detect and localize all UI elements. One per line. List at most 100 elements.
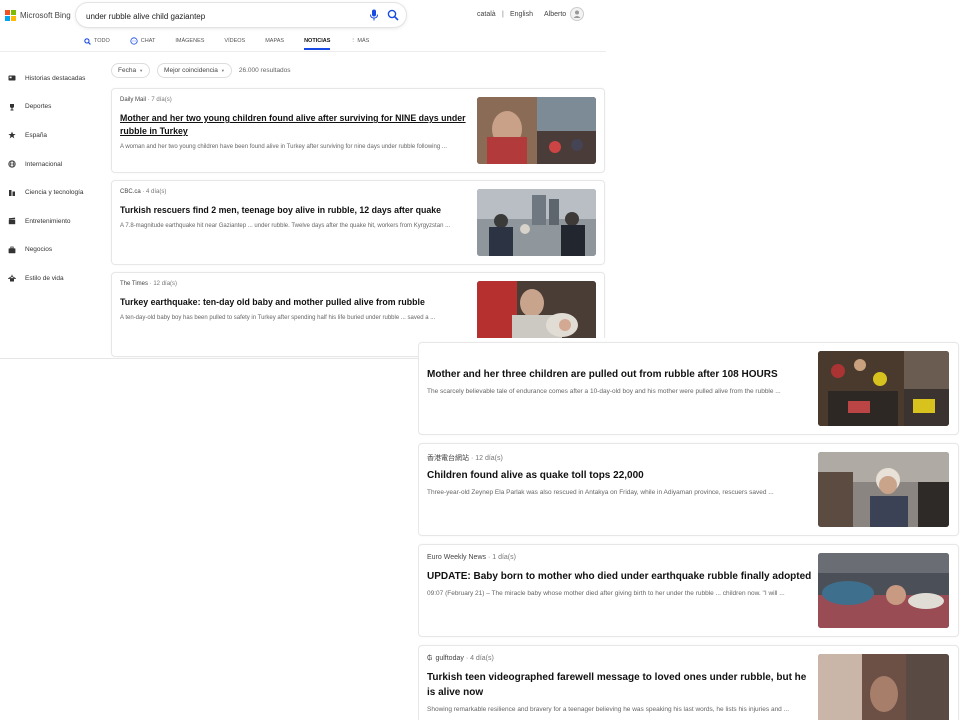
- source-name: gulftoday: [435, 655, 464, 662]
- news-source: CBC.ca · 4 día(s): [120, 189, 166, 195]
- sidebar-item-entretenimiento[interactable]: Entretenimiento: [8, 207, 103, 236]
- sidebar-item-deportes[interactable]: Deportes: [8, 93, 103, 122]
- tab-mas[interactable]: ⋮ MÁS: [350, 35, 369, 47]
- caret-down-icon: ▼: [139, 68, 144, 73]
- language-catala-link[interactable]: català: [477, 11, 496, 18]
- caret-down-icon: ▼: [220, 68, 225, 73]
- sidebar-item-label: Historias destacadas: [25, 74, 86, 82]
- search-icon[interactable]: [387, 9, 399, 21]
- news-source: The Times · 12 día(s): [120, 281, 177, 287]
- sort-filter-label: Mejor coincidencia: [164, 67, 218, 74]
- news-snippet: A ten-day-old baby boy has been pulled t…: [120, 315, 436, 321]
- tab-todo[interactable]: TODO: [84, 35, 110, 47]
- news-card[interactable]: Daily Mail · 7 día(s) Mother and her two…: [111, 88, 605, 173]
- source-age: · 12 día(s): [148, 281, 178, 287]
- news-title-link[interactable]: Turkish rescuers find 2 men, teenage boy…: [120, 204, 470, 217]
- news-snippet: A 7.8-magnitude earthquake hit near Gazi…: [120, 223, 451, 229]
- source-age: · 4 día(s): [140, 189, 167, 195]
- sidebar-item-label: Internacional: [25, 160, 63, 168]
- source-age: · 7 día(s): [146, 97, 172, 103]
- newspaper-icon: [8, 75, 16, 81]
- news-card[interactable]: CBC.ca · 4 día(s) Turkish rescuers find …: [111, 180, 605, 265]
- source-age: · 4 día(s): [463, 655, 494, 662]
- tab-label: CHAT: [140, 38, 156, 44]
- source-logo-icon: ₲: [427, 655, 433, 662]
- sidebar-item-internacional[interactable]: Internacional: [8, 150, 103, 179]
- sidebar-item-negocios[interactable]: Negocios: [8, 236, 103, 265]
- news-thumbnail[interactable]: [818, 553, 949, 628]
- news-thumbnail[interactable]: [477, 189, 596, 256]
- tab-chat[interactable]: CHAT: [130, 35, 156, 47]
- sidebar-item-label: Ciencia y tecnología: [25, 189, 84, 197]
- language-english-link[interactable]: English: [510, 11, 533, 18]
- tab-videos[interactable]: VÍDEOS: [224, 35, 245, 47]
- search-input[interactable]: [84, 7, 358, 25]
- news-snippet: The scarcely believable tale of enduranc…: [427, 388, 781, 395]
- news-thumbnail[interactable]: [477, 97, 596, 164]
- sidebar-item-label: Entretenimiento: [25, 217, 71, 225]
- news-source: ₲ gulftoday · 4 día(s): [427, 655, 494, 662]
- flask-icon: [9, 189, 15, 196]
- tab-label: NOTICIAS: [304, 38, 331, 44]
- star-icon: [8, 131, 16, 139]
- sidebar-item-estilo[interactable]: Estilo de vida: [8, 264, 103, 293]
- globe-icon: [8, 160, 16, 168]
- sidebar-item-label: Estilo de vida: [25, 274, 64, 282]
- news-category-sidebar: Historias destacadas Deportes España Int…: [8, 64, 103, 293]
- news-card[interactable]: Euro Weekly News · 1 día(s) UPDATE: Baby…: [418, 544, 959, 637]
- source-name: 香港電台網站: [427, 455, 469, 462]
- tab-imagenes[interactable]: IMÁGENES: [175, 35, 204, 47]
- sidebar-item-historias[interactable]: Historias destacadas: [8, 64, 103, 93]
- date-filter-label: Fecha: [118, 67, 137, 74]
- news-title-link[interactable]: Mother and her two young children found …: [120, 112, 470, 138]
- news-snippet: 09:07 (February 21) – The miracle baby w…: [427, 590, 785, 597]
- search-box: [76, 3, 406, 27]
- tab-label: MAPAS: [265, 38, 285, 44]
- results-count: 26.000 resultados: [238, 67, 291, 74]
- sidebar-item-espana[interactable]: España: [8, 121, 103, 150]
- clapper-icon: [8, 217, 16, 225]
- news-title-link[interactable]: Children found alive as quake toll tops …: [427, 468, 812, 483]
- news-card[interactable]: Mother and her three children are pulled…: [418, 342, 959, 435]
- news-thumbnail[interactable]: [818, 351, 949, 426]
- sidebar-item-ciencia[interactable]: Ciencia y tecnología: [8, 178, 103, 207]
- tab-label: TODO: [94, 38, 110, 44]
- news-title-link[interactable]: Turkey earthquake: ten-day old baby and …: [120, 296, 470, 309]
- tab-label: IMÁGENES: [175, 38, 205, 44]
- source-age: · 1 día(s): [486, 554, 516, 561]
- tab-noticias[interactable]: NOTICIAS: [304, 35, 331, 50]
- sort-filter-dropdown[interactable]: Mejor coincidencia ▼: [157, 63, 232, 78]
- hanger-icon: [8, 275, 16, 282]
- source-name: CBC.ca: [120, 189, 141, 195]
- sidebar-item-label: Negocios: [25, 246, 53, 254]
- tab-divider: [0, 51, 606, 52]
- user-name[interactable]: Alberto: [544, 11, 566, 18]
- tab-label: ⋮ MÁS: [350, 38, 370, 44]
- news-thumbnail[interactable]: [818, 452, 949, 527]
- logo-text: Microsoft Bing: [20, 11, 71, 20]
- news-snippet: A woman and her two young children have …: [120, 144, 447, 150]
- search-icon: [84, 37, 91, 45]
- news-title-link[interactable]: Turkish teen videographed farewell messa…: [427, 670, 812, 700]
- news-card[interactable]: 香港電台網站 · 12 día(s) Children found alive …: [418, 443, 959, 536]
- date-filter-dropdown[interactable]: Fecha ▼: [111, 63, 151, 78]
- briefcase-icon: [8, 246, 16, 254]
- microsoft-logo-icon: [5, 10, 16, 21]
- news-title-link[interactable]: Mother and her three children are pulled…: [427, 367, 812, 382]
- microphone-icon[interactable]: [369, 9, 379, 21]
- news-title-link[interactable]: UPDATE: Baby born to mother who died und…: [427, 569, 812, 584]
- news-thumbnail[interactable]: [818, 654, 949, 720]
- search-results-panel-bottom: Mother and her three children are pulled…: [418, 338, 960, 720]
- news-source: Daily Mail · 7 día(s): [120, 97, 172, 103]
- bing-logo[interactable]: Microsoft Bing: [5, 10, 71, 21]
- sidebar-item-label: Deportes: [25, 103, 52, 111]
- tab-mapas[interactable]: MAPAS: [265, 35, 284, 47]
- source-age: · 12 día(s): [469, 455, 503, 462]
- chat-icon: [130, 37, 138, 45]
- news-source: 香港電台網站 · 12 día(s): [427, 453, 503, 463]
- trophy-icon: [10, 103, 14, 111]
- news-card[interactable]: ₲ gulftoday · 4 día(s) Turkish teen video…: [418, 645, 959, 720]
- news-snippet: Three-year-old Zeynep Ela Parlak was als…: [427, 489, 774, 496]
- filter-bar: Fecha ▼ Mejor coincidencia ▼ 26.000 resu…: [111, 63, 291, 78]
- avatar-icon[interactable]: [570, 7, 584, 21]
